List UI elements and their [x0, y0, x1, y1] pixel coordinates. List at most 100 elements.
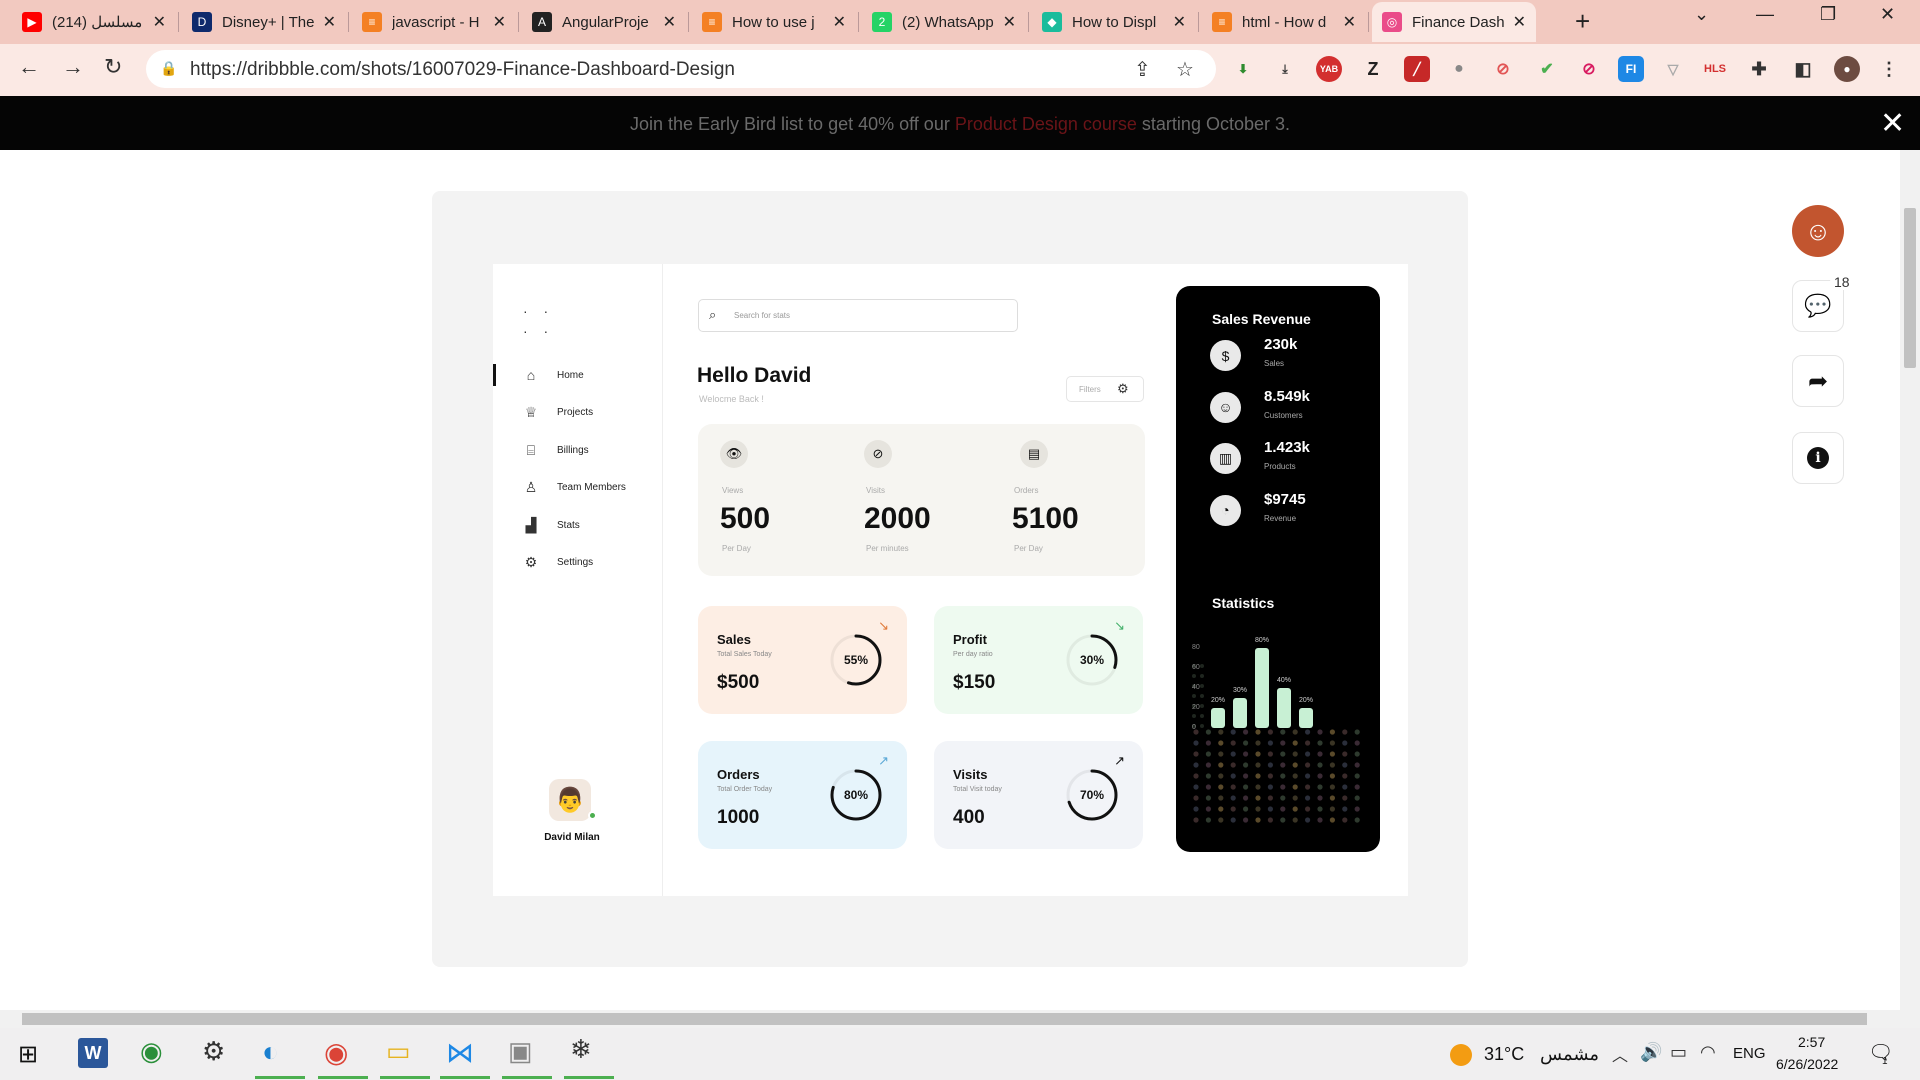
downloads-icon[interactable]: ⤓	[1272, 56, 1298, 82]
info-button[interactable]: i	[1792, 432, 1844, 484]
kpi-card-orders[interactable]: Orders Total Order Today 1000 ↗ 80%	[698, 741, 907, 849]
designer-avatar[interactable]: ☺	[1792, 205, 1844, 257]
windows-start-icon[interactable]: ⊞	[18, 1040, 38, 1069]
browser-tab[interactable]: ◎ Finance Dash ✕	[1372, 2, 1536, 42]
vpn-extension-icon[interactable]: ▽	[1660, 56, 1686, 82]
sidebar-item-team-members[interactable]: ♙ Team Members	[521, 477, 626, 499]
new-tab-button[interactable]: +	[1575, 6, 1590, 37]
chevron-up-icon[interactable]: ︿	[1612, 1042, 1628, 1066]
welcome-text: Welocme Back !	[699, 394, 764, 404]
hls-extension-icon[interactable]: HLS	[1702, 56, 1728, 82]
sidebar-item-projects[interactable]: ♕ Projects	[521, 402, 593, 424]
share-icon[interactable]: ⇪	[1134, 57, 1151, 82]
tab-close-icon[interactable]: ✕	[153, 12, 166, 32]
close-icon[interactable]: ✕	[1880, 106, 1905, 141]
horizontal-scroll-thumb[interactable]	[22, 1013, 1867, 1025]
tab-close-icon[interactable]: ✕	[323, 12, 336, 32]
stop-extension-icon[interactable]: ⊘	[1576, 56, 1602, 82]
sidebar-item-stats[interactable]: ▟ Stats	[521, 514, 580, 536]
vertical-scroll-thumb[interactable]	[1904, 208, 1916, 368]
tab-close-icon[interactable]: ✕	[833, 12, 846, 32]
browser-tab[interactable]: D Disney+ | The ✕	[182, 2, 346, 42]
yab-extension-icon[interactable]: YAB	[1316, 56, 1342, 82]
avatar: 👨	[549, 779, 591, 821]
minimize-button[interactable]: —	[1756, 4, 1774, 25]
settings-app-icon[interactable]: ⚙	[202, 1036, 225, 1067]
sidebar-item-billings[interactable]: ⌸ Billings	[521, 439, 589, 461]
browser-tab[interactable]: ≡ How to use j ✕	[692, 2, 856, 42]
slash-extension-icon[interactable]: ╱	[1404, 56, 1430, 82]
search-input[interactable]: ⌕ Search for stats	[698, 299, 1018, 332]
background-dot	[1205, 751, 1211, 757]
reload-button[interactable]: ↻	[104, 54, 122, 80]
tab-close-icon[interactable]: ✕	[663, 12, 676, 32]
share-button[interactable]: ➦	[1792, 355, 1844, 407]
shield-extension-icon[interactable]: ✔	[1534, 56, 1560, 82]
horizontal-scrollbar[interactable]	[0, 1010, 1920, 1028]
revenue-value: 8.549k	[1264, 387, 1310, 405]
kpi-card-visits[interactable]: Visits Total Visit today 400 ↗ 70%	[934, 741, 1143, 849]
blocker-extension-icon[interactable]: ⊘	[1490, 56, 1516, 82]
tab-close-icon[interactable]: ✕	[1513, 12, 1526, 32]
volume-icon[interactable]: 🔊	[1640, 1042, 1662, 1063]
globe-app-icon[interactable]: ◉	[140, 1036, 163, 1067]
snow-app-icon[interactable]: ❄	[570, 1034, 592, 1065]
bookmark-star-icon[interactable]: ☆	[1176, 57, 1194, 82]
tab-close-icon[interactable]: ✕	[1343, 12, 1356, 32]
kpi-card-sales[interactable]: Sales Total Sales Today $500 ↘ 55%	[698, 606, 907, 714]
download-arrow-extension-icon[interactable]: ⬇	[1230, 56, 1256, 82]
browser-tab[interactable]: ≡ html - How d ✕	[1202, 2, 1366, 42]
trophy-icon: ♕	[524, 404, 538, 420]
restore-button[interactable]: ❐	[1820, 4, 1836, 25]
vertical-scrollbar[interactable]	[1900, 150, 1920, 1010]
background-dot	[1230, 740, 1236, 746]
profile-extension-icon[interactable]: ●	[1446, 56, 1472, 82]
clock-time[interactable]: 2:57	[1798, 1034, 1825, 1050]
battery-icon[interactable]: ▭	[1670, 1042, 1687, 1063]
browser-tab[interactable]: A AngularProje ✕	[522, 2, 686, 42]
back-button[interactable]: ←	[18, 54, 40, 80]
filters-button[interactable]: Filters ⚙	[1066, 376, 1144, 402]
side-panel-icon[interactable]: ◧	[1790, 56, 1816, 82]
edge-app-icon[interactable]: ◐	[262, 1036, 279, 1068]
kpi-percent: 30%	[1079, 653, 1105, 667]
sun-weather-icon[interactable]	[1450, 1044, 1472, 1066]
chrome-menu-icon[interactable]: ⋮	[1876, 56, 1902, 82]
sidebar-item-settings[interactable]: ⚙ Settings	[521, 552, 593, 574]
fi-extension-icon[interactable]: FI	[1618, 56, 1644, 82]
sidebar-item-label: Billings	[557, 444, 589, 456]
vscode-app-icon[interactable]: ⋈	[446, 1036, 474, 1069]
tab-separator	[348, 12, 349, 32]
kpi-card-profit[interactable]: Profit Per day ratio $150 ↘ 30%	[934, 606, 1143, 714]
image-viewer-icon[interactable]: ▣	[508, 1036, 533, 1067]
address-bar[interactable]: 🔒 https://dribbble.com/shots/16007029-Fi…	[146, 50, 1216, 88]
word-app-icon[interactable]: W	[78, 1038, 108, 1068]
background-dot	[1267, 795, 1273, 801]
tab-close-icon[interactable]: ✕	[493, 12, 506, 32]
language-indicator[interactable]: ENG	[1733, 1045, 1766, 1062]
promo-course-link[interactable]: Product Design course	[955, 114, 1137, 134]
close-window-button[interactable]: ✕	[1880, 4, 1895, 25]
sidebar-item-home[interactable]: ⌂ Home	[521, 364, 584, 386]
tab-close-icon[interactable]: ✕	[1003, 12, 1016, 32]
wifi-icon[interactable]: ◠	[1700, 1042, 1716, 1063]
z-extension-icon[interactable]: Z	[1360, 56, 1386, 82]
clock-date[interactable]: 6/26/2022	[1776, 1056, 1838, 1072]
browser-tab[interactable]: 2 (2) WhatsApp ✕	[862, 2, 1026, 42]
file-explorer-icon[interactable]: ▭	[386, 1036, 411, 1067]
browser-tab[interactable]: ◆ How to Displ ✕	[1032, 2, 1196, 42]
chrome-app-icon[interactable]: ◉	[324, 1036, 348, 1069]
profile-avatar-icon[interactable]: ●	[1834, 56, 1860, 82]
browser-tab[interactable]: ≡ javascript - H ✕	[352, 2, 516, 42]
tab-close-icon[interactable]: ✕	[1173, 12, 1186, 32]
puzzle-extensions-icon[interactable]: ✚	[1746, 56, 1772, 82]
background-dot	[1305, 806, 1311, 812]
forward-button[interactable]: →	[62, 54, 84, 80]
tab-search-icon[interactable]: ⌄	[1694, 4, 1709, 25]
background-dot	[1342, 784, 1348, 790]
notification-icon[interactable]: 🗨	[1868, 1040, 1893, 1065]
browser-tab[interactable]: ▶ (214) مسلسل ✕	[12, 2, 176, 42]
weather-text[interactable]: مشمس	[1540, 1044, 1599, 1065]
temperature[interactable]: 31°C	[1484, 1044, 1524, 1065]
dollar-icon: $	[1210, 340, 1241, 371]
